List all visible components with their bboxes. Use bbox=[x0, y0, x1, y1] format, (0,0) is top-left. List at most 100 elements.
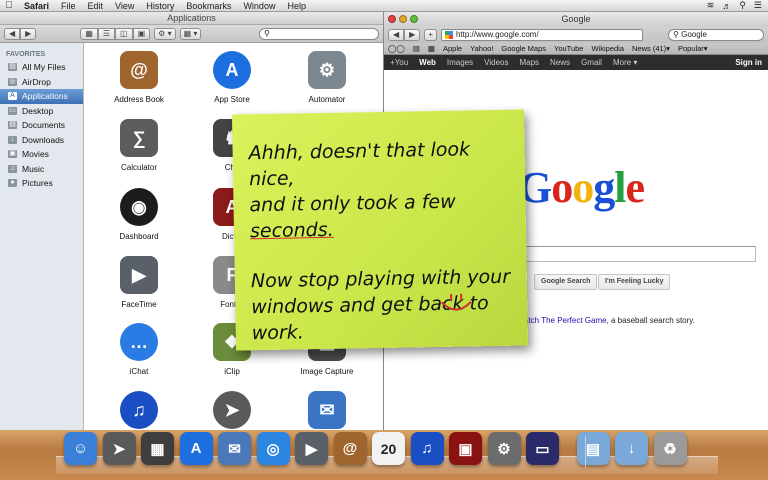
sidebar-item-movies[interactable]: ▣ Movies bbox=[0, 147, 83, 162]
dock-launchpad-icon[interactable]: ➤ bbox=[102, 432, 136, 465]
dock-app-store-icon[interactable]: A bbox=[179, 432, 213, 465]
finder-search-input[interactable]: ⚲ bbox=[259, 27, 379, 40]
sign-in-link[interactable]: Sign in bbox=[735, 58, 762, 67]
bookmark-apple[interactable]: Apple bbox=[443, 44, 462, 53]
sidebar-item-all-my-files[interactable]: ▤ All My Files bbox=[0, 60, 83, 75]
add-bookmark-button[interactable]: + bbox=[424, 28, 437, 41]
movies-icon: ▣ bbox=[8, 150, 17, 159]
calculator-icon: ∑ bbox=[120, 119, 158, 157]
reading-list-icon[interactable]: ◯◯ bbox=[388, 44, 405, 53]
dock-trash-icon[interactable]: ♻ bbox=[653, 432, 687, 465]
smiley-icon bbox=[441, 293, 472, 311]
app-address-book[interactable]: @ Address Book bbox=[94, 51, 184, 104]
menu-app-name[interactable]: Safari bbox=[18, 1, 55, 11]
bookmark-yahoo[interactable]: Yahoo! bbox=[470, 44, 493, 53]
feeling-lucky-button[interactable]: I'm Feeling Lucky bbox=[598, 274, 671, 290]
gbar-images[interactable]: Images bbox=[447, 58, 473, 67]
menu-window[interactable]: Window bbox=[237, 1, 281, 11]
app-automator[interactable]: ⚙ Automator bbox=[282, 51, 372, 104]
dock-itunes-icon[interactable]: ♫ bbox=[410, 432, 444, 465]
list-icon[interactable]: ☰ bbox=[754, 0, 762, 11]
dock-applications-folder-icon[interactable]: ▤ bbox=[576, 432, 610, 465]
bookmark-wikipedia[interactable]: Wikipedia bbox=[591, 44, 624, 53]
gbar-videos[interactable]: Videos bbox=[484, 58, 508, 67]
zoom-button[interactable] bbox=[410, 15, 418, 23]
sidebar-item-airdrop[interactable]: ◎ AirDrop bbox=[0, 75, 83, 90]
bookmarks-bar: ◯◯ ▤ ▦ Apple Yahoo! Google Maps YouTube … bbox=[384, 43, 768, 55]
volume-icon[interactable]: ♬ bbox=[722, 1, 731, 11]
minimize-button[interactable] bbox=[399, 15, 407, 23]
search-icon[interactable]: ⚲ bbox=[739, 0, 746, 11]
launchpad-icon: ➤ bbox=[213, 391, 251, 429]
app-mail[interactable]: ✉ bbox=[282, 391, 372, 430]
cover-flow-button[interactable]: ▣ bbox=[132, 27, 151, 40]
safari-toolbar: ◀ ▶ + http://www.google.com/ ⚲ Google bbox=[384, 26, 768, 43]
dock-address-book-icon[interactable]: @ bbox=[333, 432, 367, 465]
list-view-button[interactable]: ☰ bbox=[97, 27, 116, 40]
gbar-news[interactable]: News bbox=[550, 58, 570, 67]
top-sites-icon[interactable]: ▦ bbox=[428, 44, 435, 53]
bookmark-youtube[interactable]: YouTube bbox=[554, 44, 583, 53]
gbar-more[interactable]: More ▾ bbox=[613, 58, 637, 67]
bookmark-google-maps[interactable]: Google Maps bbox=[501, 44, 546, 53]
menu-file[interactable]: File bbox=[55, 1, 82, 11]
close-button[interactable] bbox=[388, 15, 396, 23]
sidebar-heading: FAVORITES bbox=[6, 51, 46, 58]
address-bar[interactable]: http://www.google.com/ bbox=[440, 28, 643, 41]
dock-ical-icon[interactable]: 20 bbox=[372, 432, 405, 465]
menu-view[interactable]: View bbox=[109, 1, 140, 11]
app-dashboard[interactable]: ◉ Dashboard bbox=[94, 188, 184, 241]
apple-menu-icon[interactable]:  bbox=[0, 0, 18, 11]
gbar-gmail[interactable]: Gmail bbox=[581, 58, 602, 67]
dock-system-preferences-icon[interactable]: ⚙ bbox=[487, 432, 521, 465]
bookmark-news[interactable]: News (41)▾ bbox=[632, 44, 670, 53]
bookmarks-book-icon[interactable]: ▤ bbox=[413, 44, 420, 53]
app-ichat[interactable]: … iChat bbox=[94, 323, 184, 376]
dock-photo-booth-icon[interactable]: ▣ bbox=[449, 432, 482, 465]
sidebar-item-documents[interactable]: ▤ Documents bbox=[0, 118, 83, 133]
sidebar-item-applications[interactable]: A Applications bbox=[0, 89, 83, 104]
app-facetime[interactable]: ▶ FaceTime bbox=[94, 256, 184, 309]
sidebar-item-desktop[interactable]: ▭ Desktop bbox=[0, 104, 83, 119]
sidebar-item-music[interactable]: ♫ Music bbox=[0, 162, 83, 177]
menu-history[interactable]: History bbox=[140, 1, 180, 11]
menu-edit[interactable]: Edit bbox=[82, 1, 110, 11]
menu-bar:  Safari File Edit View History Bookmark… bbox=[0, 0, 768, 12]
app-calculator[interactable]: ∑ Calculator bbox=[94, 119, 184, 172]
dock-screen-sharing-icon[interactable]: ▭ bbox=[526, 432, 559, 465]
app-launchpad[interactable]: ➤ bbox=[187, 391, 277, 430]
gbar-web[interactable]: Web bbox=[419, 58, 436, 67]
dock-facetime-icon[interactable]: ▶ bbox=[295, 432, 328, 465]
wifi-icon[interactable]: ≋ bbox=[707, 0, 715, 11]
dock-safari-icon[interactable]: ◎ bbox=[256, 432, 290, 465]
menu-help[interactable]: Help bbox=[281, 1, 312, 11]
menu-bookmarks[interactable]: Bookmarks bbox=[180, 1, 237, 11]
gbar-maps[interactable]: Maps bbox=[519, 58, 539, 67]
safari-forward-button[interactable]: ▶ bbox=[404, 28, 421, 41]
ichat-icon: … bbox=[120, 323, 158, 361]
action-button[interactable]: ⚙ ▾ bbox=[154, 27, 176, 40]
gbar-plus-you[interactable]: +You bbox=[390, 58, 408, 67]
forward-button[interactable]: ▶ bbox=[20, 27, 37, 40]
dock-finder-icon[interactable]: ☺ bbox=[64, 432, 97, 465]
bookmark-popular[interactable]: Popular▾ bbox=[678, 44, 708, 53]
column-view-button[interactable]: ◫ bbox=[115, 27, 133, 40]
safari-back-button[interactable]: ◀ bbox=[388, 28, 405, 41]
safari-search-input[interactable]: ⚲ Google bbox=[668, 28, 764, 41]
app-itunes[interactable]: ♫ bbox=[94, 391, 184, 430]
finder-toolbar: ◀ ▶ ▦ ☰ ◫ ▣ ⚙ ▾ ▦ ▾ ⚲ bbox=[0, 25, 383, 43]
icon-view-button[interactable]: ▦ bbox=[80, 27, 98, 40]
files-icon: ▤ bbox=[8, 63, 17, 72]
google-search-button[interactable]: Google Search bbox=[534, 274, 598, 290]
doodle-link[interactable]: atch The Perfect Game bbox=[524, 316, 607, 325]
arrange-button[interactable]: ▦ ▾ bbox=[179, 27, 202, 40]
dock-mail-icon[interactable]: ✉ bbox=[218, 432, 251, 465]
sidebar-item-pictures[interactable]: ● Pictures bbox=[0, 176, 83, 191]
back-button[interactable]: ◀ bbox=[4, 27, 21, 40]
dock-downloads-folder-icon[interactable]: ↓ bbox=[615, 432, 648, 465]
google-logo: Google bbox=[518, 163, 645, 212]
dock-mission-control-icon[interactable]: ▦ bbox=[141, 432, 174, 465]
sidebar-item-downloads[interactable]: ↓ Downloads bbox=[0, 133, 83, 148]
app-app-store[interactable]: A App Store bbox=[187, 51, 277, 104]
doodle-promo: atch The Perfect Game, a baseball search… bbox=[524, 316, 695, 325]
